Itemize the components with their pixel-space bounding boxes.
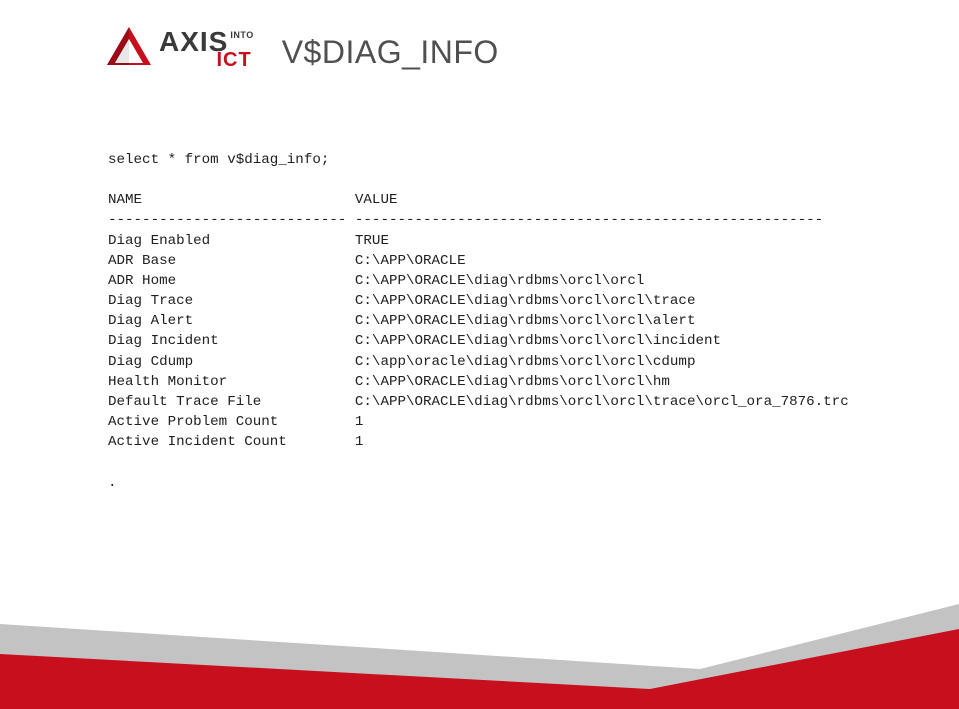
table-output: NAME VALUE ---------------------------- … bbox=[108, 192, 849, 450]
code-block: select * from v$diag_info; NAME VALUE --… bbox=[0, 80, 959, 493]
terminator: . bbox=[108, 475, 117, 491]
sql-query: select * from v$diag_info; bbox=[108, 152, 329, 168]
logo-text: AXIS INTO ICT bbox=[159, 28, 254, 70]
logo-ict: ICT bbox=[159, 50, 254, 70]
logo: AXIS INTO ICT bbox=[105, 25, 254, 74]
slide-header: AXIS INTO ICT V$DIAG_INFO bbox=[0, 0, 959, 80]
logo-into: INTO bbox=[230, 31, 253, 40]
logo-triangle-icon bbox=[105, 25, 153, 74]
page-title: V$DIAG_INFO bbox=[282, 34, 499, 71]
footer-decoration-icon bbox=[0, 569, 959, 709]
